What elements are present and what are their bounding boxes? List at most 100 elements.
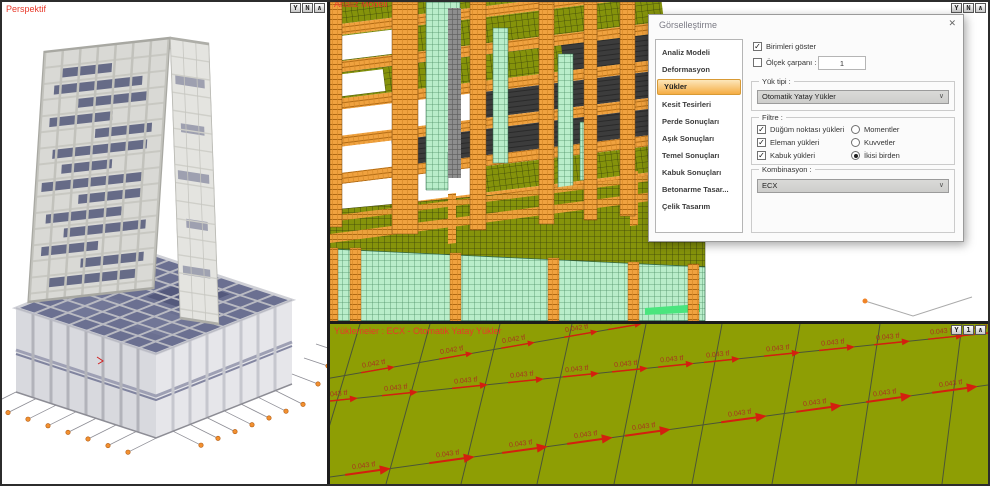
load-arrow-0-2: 0.042 tf: [501, 334, 534, 348]
dialog-nav-item-3[interactable]: Kesit Tesirleri: [656, 96, 742, 113]
checkbox-box[interactable]: ✓: [757, 125, 766, 134]
load-value-label: 0.043 tf: [352, 461, 376, 471]
load-value-label: 0.042 tf: [362, 359, 386, 370]
viewport-button-∧[interactable]: ∧: [975, 325, 986, 335]
load-value-label: 0.043 tf: [939, 379, 963, 389]
building-3d-scene: [2, 2, 327, 484]
load-value-label: 0.043 tf: [509, 439, 533, 449]
filter-checkbox-0[interactable]: ✓Düğüm noktası yükleri: [757, 125, 844, 134]
load-arrow-2-0: 0.043 tf: [345, 461, 391, 475]
radio-circle[interactable]: [851, 138, 860, 147]
checkbox-label: Eleman yükleri: [770, 138, 819, 147]
combobox-value: Otomatik Yatay Yükler: [762, 92, 836, 101]
checkbox-birimleri-goster[interactable]: ✓Birimleri göster: [753, 42, 816, 51]
load-arrow-1-10: 0.043 tf: [874, 333, 910, 345]
viewport-button-Y[interactable]: Y: [290, 3, 301, 13]
load-value-label: 0.043 tf: [803, 398, 827, 408]
dialog-nav-list: Analiz ModeliDeformasyonYüklerKesit Tesi…: [655, 39, 743, 233]
application-window: Perspektif YN∧: [0, 0, 990, 486]
radio-label: İkisi birden: [864, 151, 900, 160]
group-label: Kombinasyon :: [759, 165, 815, 174]
viewport-buttons: YN∧: [951, 3, 986, 13]
dialog-nav-item-6[interactable]: Temel Sonuçları: [656, 147, 742, 164]
checkbox-box[interactable]: ✓: [757, 138, 766, 147]
close-icon[interactable]: ✕: [948, 18, 956, 29]
axis-indicator: [863, 297, 973, 316]
viewport-button-N[interactable]: N: [302, 3, 313, 13]
load-arrow-2-5: 0.043 tf: [721, 409, 767, 423]
load-arrow-0-0: 0.042 tf: [361, 359, 394, 373]
load-arrow-1-8: 0.043 tf: [764, 344, 800, 356]
dialog-nav-item-4[interactable]: Perde Sonuçları: [656, 113, 742, 130]
viewport-buttons: YN∧: [290, 3, 325, 13]
radio-label: Kuvvetler: [864, 138, 895, 147]
dialog-nav-item-9[interactable]: Çelik Tasarım: [656, 198, 742, 215]
chevron-down-icon: ∨: [939, 180, 944, 192]
load-value-label: 0.043 tf: [821, 338, 845, 347]
loads-plan-scene: 0.042 tf0.042 tf0.042 tf0.042 tf0.042 tf…: [330, 324, 988, 484]
visualization-dialog: Görselleştirme ✕ Analiz ModeliDeformasyo…: [648, 14, 964, 242]
load-value-label: 0.043 tf: [510, 371, 534, 380]
load-type-combobox[interactable]: Otomatik Yatay Yükler ∨: [757, 90, 949, 104]
dialog-nav-item-0[interactable]: Analiz Modeli: [656, 44, 742, 61]
filter-checkbox-1[interactable]: ✓ Eleman yükleri: [757, 138, 819, 147]
load-arrow-1-3: 0.043 tf: [508, 371, 544, 383]
checkbox-box[interactable]: [753, 58, 762, 67]
group-label: Filtre :: [759, 113, 786, 122]
slab-gridlines: [330, 324, 962, 484]
viewport-buttons: Y1∧: [951, 325, 986, 335]
load-arrow-1-1: 0.043 tf: [382, 384, 418, 396]
load-value-label: 0.043 tf: [873, 388, 897, 398]
filter-radio-1[interactable]: Kuvvetler: [851, 138, 895, 147]
load-arrow-1-7: 0.043 tf: [704, 350, 740, 362]
filter-radio-0[interactable]: Momentler: [851, 125, 899, 134]
load-value-label: 0.043 tf: [660, 355, 684, 364]
dialog-nav-item-2[interactable]: Yükler: [657, 79, 741, 95]
load-value-label: 0.043 tf: [706, 350, 730, 359]
load-value-label: 0.043 tf: [728, 409, 752, 419]
load-value-label: 0.043 tf: [454, 376, 478, 385]
viewport-button-1[interactable]: 1: [963, 325, 974, 335]
load-arrow-1-6: 0.043 tf: [658, 355, 694, 367]
radio-label: Momentler: [864, 125, 899, 134]
group-label: Yük tipi :: [759, 77, 794, 86]
load-value-label: 0.043 tf: [766, 344, 790, 353]
radio-circle[interactable]: [851, 151, 860, 160]
dialog-nav-item-7[interactable]: Kabuk Sonuçları: [656, 164, 742, 181]
load-value-label: 0.043 tf: [436, 449, 460, 459]
load-arrow-1-9: 0.043 tf: [819, 338, 855, 350]
load-arrow-1-5: 0.043 tf: [612, 360, 648, 372]
combobox-value: ECX: [762, 181, 777, 190]
load-arrow-2-6: 0.043 tf: [796, 398, 842, 412]
load-arrow-1-0: 0.043 tf: [330, 390, 358, 402]
load-arrow-1-4: 0.043 tf: [563, 365, 599, 377]
dialog-nav-item-8[interactable]: Betonarme Tasar...: [656, 181, 742, 198]
filter-checkbox-2[interactable]: ✓ Kabuk yükleri: [757, 151, 815, 160]
viewport-button-Y[interactable]: Y: [951, 325, 962, 335]
load-value-label: 0.043 tf: [330, 390, 348, 399]
dialog-nav-item-1[interactable]: Deformasyon: [656, 61, 742, 78]
viewport-title: Yüklemeler : ECX - Otomatik Yatay Yükler: [334, 326, 502, 336]
combination-combobox[interactable]: ECX ∨: [757, 179, 949, 193]
load-value-label: 0.043 tf: [565, 365, 589, 374]
checkbox-box[interactable]: ✓: [753, 42, 762, 51]
checkbox-olcek-carpani[interactable]: Ölçek çarpanı :: [753, 58, 816, 67]
viewport-button-∧[interactable]: ∧: [314, 3, 325, 13]
scale-factor-input[interactable]: [818, 56, 866, 70]
load-arrow-2-1: 0.043 tf: [429, 449, 475, 463]
radio-circle[interactable]: [851, 125, 860, 134]
viewport-perspective[interactable]: Perspektif YN∧: [2, 2, 330, 484]
viewport-button-∧[interactable]: ∧: [975, 3, 986, 13]
viewport-title: Perspektif: [6, 4, 46, 14]
checkbox-label: Kabuk yükleri: [770, 151, 815, 160]
load-arrow-2-3: 0.043 tf: [567, 430, 613, 444]
checkbox-box[interactable]: ✓: [757, 151, 766, 160]
viewport-button-Y[interactable]: Y: [951, 3, 962, 13]
dialog-nav-item-5[interactable]: Aşık Sonuçları: [656, 130, 742, 147]
filter-radio-2[interactable]: İkisi birden: [851, 151, 900, 160]
viewport-button-N[interactable]: N: [963, 3, 974, 13]
load-arrow-2-4: 0.043 tf: [625, 422, 671, 436]
load-arrow-0-1: 0.042 tf: [439, 345, 472, 359]
tower-left-face: [28, 38, 170, 302]
viewport-loads[interactable]: 0.042 tf0.042 tf0.042 tf0.042 tf0.042 tf…: [330, 324, 988, 484]
